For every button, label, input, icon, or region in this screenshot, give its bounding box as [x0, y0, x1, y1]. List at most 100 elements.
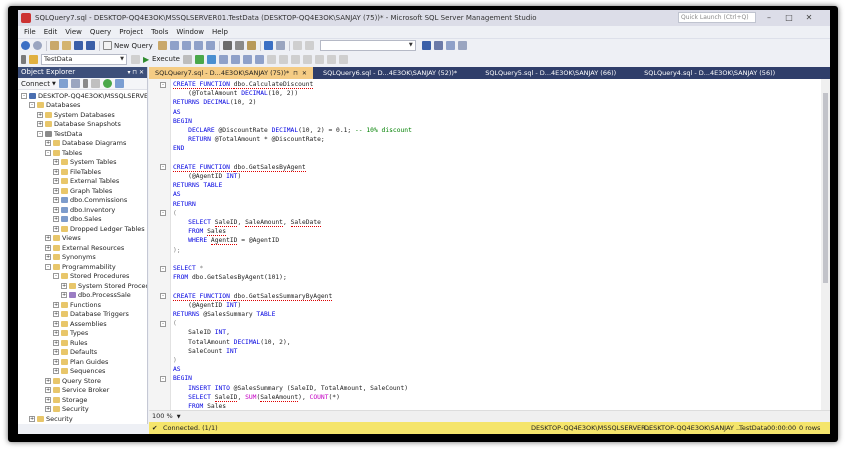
code-line[interactable]: ); [173, 246, 181, 255]
fold-toggle-icon[interactable]: - [160, 210, 166, 217]
code-line[interactable]: WHERE AgentID = @AgentID [173, 236, 279, 246]
database-selector[interactable]: TestData ▼ [41, 53, 127, 65]
expand-icon[interactable]: + [45, 387, 51, 394]
tree-node[interactable]: - Programmability [45, 262, 116, 272]
query-designer-icon[interactable] [231, 54, 240, 64]
tree-node[interactable]: + dbo.Sales [53, 215, 101, 225]
code-line[interactable]: RETURNS DECIMAL(10, 2) [173, 98, 256, 107]
parse-icon[interactable] [207, 54, 216, 64]
code-line[interactable]: (- [160, 209, 177, 218]
connect-icon[interactable] [21, 54, 26, 64]
collapse-icon[interactable]: - [45, 263, 51, 270]
menu-project[interactable]: Project [119, 28, 143, 36]
navigate-icon[interactable] [292, 41, 302, 50]
expand-icon[interactable]: + [53, 216, 59, 223]
maximize-icon[interactable]: □ [782, 10, 796, 26]
tree-node[interactable]: + Plan Guides [53, 357, 108, 367]
template-explorer-icon[interactable] [433, 41, 443, 50]
pin-icon[interactable]: ⊓ [293, 70, 298, 77]
expand-icon[interactable]: + [61, 282, 67, 289]
properties-icon[interactable] [421, 41, 431, 50]
query-options-icon[interactable] [131, 54, 140, 64]
new-query-icon[interactable] [103, 41, 112, 50]
expand-icon[interactable]: + [45, 244, 51, 251]
new-project-icon[interactable] [50, 41, 59, 50]
tree-node[interactable]: + Functions [53, 300, 101, 310]
cut-icon[interactable] [222, 41, 232, 50]
code-line[interactable]: INSERT INTO @SalesSummary (SaleID, Total… [173, 384, 408, 393]
tree-node[interactable]: + Storage [45, 395, 87, 405]
expand-icon[interactable]: + [45, 254, 51, 261]
refresh-icon[interactable] [102, 79, 112, 88]
expand-icon[interactable]: + [53, 225, 59, 232]
tree-node[interactable]: + Sequences [53, 367, 105, 377]
debug-icon[interactable] [195, 54, 204, 64]
tree-node[interactable]: + External Tables [53, 177, 119, 187]
expand-icon[interactable]: + [61, 292, 67, 299]
include-plan-icon[interactable] [243, 54, 252, 64]
xmla-query-icon[interactable] [205, 41, 215, 50]
expand-icon[interactable]: + [45, 235, 51, 242]
execute-icon[interactable]: ▶ [143, 55, 150, 64]
activity-monitor-icon[interactable] [114, 79, 124, 88]
document-tab[interactable]: SQLQuery4.sql - D...4E3OK\SANJAY (56)) [638, 67, 781, 79]
change-connection-icon[interactable] [29, 54, 38, 64]
expand-icon[interactable]: + [53, 311, 59, 318]
expand-icon[interactable]: + [53, 178, 59, 185]
uncomment-icon[interactable] [315, 54, 324, 64]
tree-node[interactable]: + Dropped Ledger Tables [53, 224, 145, 234]
tree-node[interactable]: + Database Snapshots [37, 120, 121, 130]
forward-icon[interactable] [33, 41, 42, 50]
code-line[interactable]: CREATE FUNCTION dbo.GetSalesSummaryByAge… [160, 292, 333, 301]
tree-node[interactable]: + Query Store [45, 376, 101, 386]
display-plan-icon[interactable] [219, 54, 228, 64]
close-icon[interactable]: ✕ [802, 10, 816, 26]
collapse-icon[interactable]: - [21, 92, 27, 99]
open-file-icon[interactable] [62, 41, 71, 50]
fold-toggle-icon[interactable]: - [160, 164, 166, 171]
mdx-query-icon[interactable] [181, 41, 191, 50]
pin-icon[interactable]: ▾ ⊓ ✕ [127, 67, 144, 78]
increase-indent-icon[interactable] [339, 54, 348, 64]
expand-icon[interactable]: + [53, 330, 59, 337]
code-line[interactable]: FROM dbo.GetSalesByAgent(101); [173, 273, 287, 282]
tree-node[interactable]: + External Resources [45, 243, 124, 253]
expand-icon[interactable]: + [53, 349, 59, 356]
expand-icon[interactable]: + [37, 111, 43, 118]
new-query-button[interactable]: New Query [114, 42, 153, 50]
scrollbar-thumb[interactable] [823, 93, 828, 283]
tree-node[interactable]: - TestData [37, 129, 82, 139]
tree-node[interactable]: + Assemblies [53, 319, 107, 329]
tree-node[interactable]: - Databases [29, 101, 80, 111]
back-icon[interactable] [21, 41, 30, 50]
minimize-icon[interactable]: – [762, 10, 776, 26]
expand-icon[interactable]: + [53, 358, 59, 365]
code-line[interactable]: AS [173, 108, 181, 117]
collapse-icon[interactable]: - [29, 102, 35, 109]
save-all-icon[interactable] [86, 41, 95, 50]
connect-server-icon[interactable] [58, 79, 68, 88]
code-line[interactable]: ) [173, 356, 177, 365]
code-line[interactable]: SELECT SaleID, SaleAmount, SaleDate [173, 218, 321, 227]
results-grid-icon[interactable] [279, 54, 288, 64]
tree-node[interactable]: + dbo.ProcessSale [61, 291, 131, 301]
document-tab[interactable]: SQLQuery7.sql - D...4E3OK\SANJAY (75))* ⊓… [149, 67, 313, 79]
tree-node[interactable]: + Synonyms [45, 253, 96, 263]
code-line[interactable]: FROM Sales [173, 402, 227, 410]
document-tab[interactable]: SQLQuery6.sql - D...4E3OK\SANJAY (52))* [317, 67, 463, 79]
save-icon[interactable] [74, 41, 83, 50]
code-line[interactable]: TotalAmount DECIMAL(10, 2), [173, 338, 290, 347]
menu-file[interactable]: File [24, 28, 36, 36]
tree-node[interactable]: - DESKTOP-QQ4E3OK\MSSQLSERVER0 [21, 91, 147, 101]
vertical-scrollbar[interactable] [821, 79, 830, 410]
code-line[interactable]: RETURN @TotalAmount * @DiscountRate; [173, 135, 325, 144]
expand-icon[interactable]: + [45, 377, 51, 384]
menu-edit[interactable]: Edit [44, 28, 58, 36]
tree-node[interactable]: + Database Triggers [53, 310, 129, 320]
expand-icon[interactable]: + [45, 140, 51, 147]
paste-icon[interactable] [246, 41, 256, 50]
code-line[interactable]: END [173, 144, 184, 153]
code-line[interactable]: SELECT SaleID, SUM(SaleAmount), COUNT(*) [173, 393, 340, 402]
database-engine-query-icon[interactable] [157, 41, 167, 50]
filter-icon[interactable] [90, 79, 100, 88]
